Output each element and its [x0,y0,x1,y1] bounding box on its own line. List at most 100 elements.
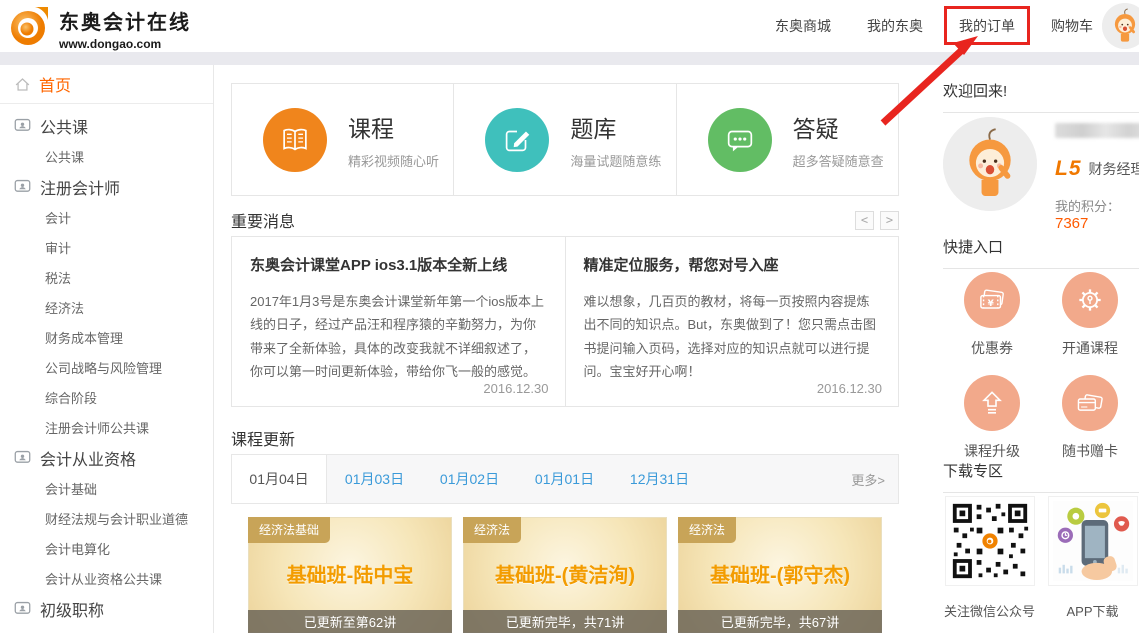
subnav-band [0,52,1139,65]
course-status: 已更新完毕，共67讲 [678,610,882,633]
quick-item-book-card[interactable]: 随书赠卡 [1041,375,1139,461]
sidebar-item-qualification-public[interactable]: 会计从业资格公共课 [0,563,213,593]
points-label: 我的积分： [1055,199,1120,214]
nav-mall[interactable]: 东奥商城 [775,16,831,36]
news-box: 东奥会计课堂APP ios3.1版本全新上线 2017年1月3号是东奥会计课堂新… [231,236,899,407]
quick-item-activate-course[interactable]: 开通课程 [1041,272,1139,358]
tab-dec-31[interactable]: 12月31日 [612,455,707,503]
logo-mark-icon [8,5,50,52]
quick-item-coupons[interactable]: ¥ 优惠券 [943,272,1041,358]
user-avatar[interactable] [1102,3,1139,49]
wechat-qr-label: 关注微信公众号 [944,601,1035,620]
quick-item-course-upgrade[interactable]: 课程升级 [943,375,1041,461]
course-cards: 经济法基础 基础班-陆中宝 已更新至第62讲 经济法 基础班-(黄洁洵) 已更新… [248,517,882,633]
course-status: 已更新至第62讲 [248,610,452,633]
logo-title: 东奥会计在线 [59,6,191,35]
sidebar-item-financial-cost-mgmt[interactable]: 财务成本管理 [0,322,213,352]
downloads-heading: 下载专区 [943,460,1139,493]
sidebar-item-strategy-risk[interactable]: 公司战略与风险管理 [0,352,213,382]
welcome-heading: 欢迎回来! [943,80,1139,113]
more-link[interactable]: 更多> [851,455,898,503]
news-body: 2017年1月3号是东奥会计课堂新年第一个ios版本上线的日子，经过产品汪和程序… [250,290,547,384]
quick-entry-heading: 快捷入口 [943,236,1139,269]
news-title[interactable]: 精准定位服务，帮您对号入座 [584,254,881,275]
mascot-avatar-icon [1102,3,1139,49]
sidebar-item-accounting-basics[interactable]: 会计基础 [0,473,213,503]
news-next-button[interactable]: > [880,211,899,230]
sidebar-item-regulations-ethics[interactable]: 财经法规与会计职业道德 [0,503,213,533]
course-title: 基础班-(黄洁洵) [463,559,667,588]
news-header: 重要消息 < > [231,208,899,232]
sidebar-item-economic-law[interactable]: 经济法 [0,292,213,322]
wechat-qr-item[interactable]: 关注微信公众号 [943,496,1036,620]
course-card[interactable]: 经济法 基础班-(黄洁洵) 已更新完毕，共71讲 [463,517,667,633]
app-download-item[interactable]: APP下载 [1046,496,1139,620]
course-tag: 经济法 [678,517,736,543]
tab-jan-02[interactable]: 01月02日 [422,455,517,503]
course-title: 基础班-陆中宝 [248,559,452,588]
course-category-icon [14,600,31,617]
course-category-icon [14,449,31,466]
news-date: 2016.12.30 [483,381,548,396]
nav-cart[interactable]: 购物车 [1051,16,1093,36]
gear-icon [1062,272,1118,328]
page: 东奥会计在线 www.dongao.com 东奥商城 我的东奥 我的订单 购物车 [0,0,1139,633]
sidebar-item-accounting[interactable]: 会计 [0,202,213,232]
sidebar-section-qualification[interactable]: 会计从业资格 [0,442,213,473]
course-card[interactable]: 经济法 基础班-(郭守杰) 已更新完毕，共67讲 [678,517,882,633]
news-body: 难以想象，几百页的教材，将每一页按照内容提炼出不同的知识点。But，东奥做到了！… [584,290,881,384]
sidebar-item-comprehensive[interactable]: 综合阶段 [0,382,213,412]
book-icon [263,108,327,172]
sidebar-item-auditing[interactable]: 审计 [0,232,213,262]
feature-cards: 课程 精彩视频随心听 题库 海量试题随意练 [231,83,899,196]
profile-panel: L5 财务经理 我的积分：7367 [943,117,1139,232]
nav-my-orders[interactable]: 我的订单 [959,16,1015,36]
tab-jan-04[interactable]: 01月04日 [232,455,327,503]
sidebar-item-public-course[interactable]: 公共课 [0,141,213,171]
course-updates-heading: 课程更新 [231,432,295,449]
site-logo[interactable]: 东奥会计在线 www.dongao.com [8,5,191,52]
qrcode-image [945,496,1035,586]
course-category-icon [14,178,31,195]
username-redacted [1055,123,1139,138]
points-value: 7367 [1055,215,1088,232]
sidebar-section-public-courses[interactable]: 公共课 [0,110,213,141]
app-download-label: APP下载 [1066,601,1118,620]
sidebar-section-cpa[interactable]: 注册会计师 [0,171,213,202]
course-card[interactable]: 经济法基础 基础班-陆中宝 已更新至第62讲 [248,517,452,633]
course-updates-header: 课程更新 [231,426,899,450]
upgrade-arrow-icon [964,375,1020,431]
feature-subtitle: 海量试题随意练 [570,151,661,170]
pencil-icon [485,108,549,172]
feature-question-bank[interactable]: 题库 海量试题随意练 [453,84,675,195]
feature-title: 课程 [348,110,439,144]
tab-jan-03[interactable]: 01月03日 [327,455,422,503]
feature-qa[interactable]: 答疑 超多答疑随意查 [676,84,898,195]
logo-url: www.dongao.com [59,37,191,51]
quick-entry-grid: ¥ 优惠券 开通课程 [943,272,1139,461]
sidebar-item-cpa-public[interactable]: 注册会计师公共课 [0,412,213,442]
news-item: 东奥会计课堂APP ios3.1版本全新上线 2017年1月3号是东奥会计课堂新… [232,237,565,406]
user-level-badge: L5 [1055,157,1082,181]
sidebar-item-computerized-accounting[interactable]: 会计电算化 [0,533,213,563]
sidebar-section-junior-title[interactable]: 初级职称 [0,593,213,624]
header: 东奥会计在线 www.dongao.com 东奥商城 我的东奥 我的订单 购物车 [0,0,1139,52]
nav-my-dongao[interactable]: 我的东奥 [867,16,923,36]
coupon-icon: ¥ [964,272,1020,328]
top-nav: 东奥商城 我的东奥 我的订单 购物车 [775,0,1093,52]
sidebar-item-home[interactable]: 首页 [0,65,213,104]
svg-text:¥: ¥ [988,299,995,309]
news-prev-button[interactable]: < [855,211,874,230]
home-icon [14,76,31,93]
feature-title: 答疑 [793,110,884,144]
chat-icon [708,108,772,172]
news-title[interactable]: 东奥会计课堂APP ios3.1版本全新上线 [250,254,547,275]
cards-icon [1062,375,1118,431]
course-title: 基础班-(郭守杰) [678,559,882,588]
profile-avatar [943,117,1037,211]
feature-courses[interactable]: 课程 精彩视频随心听 [232,84,453,195]
feature-subtitle: 超多答疑随意查 [793,151,884,170]
tab-jan-01[interactable]: 01月01日 [517,455,612,503]
sidebar-item-tax-law[interactable]: 税法 [0,262,213,292]
downloads-grid: 关注微信公众号 APP下载 [943,496,1139,620]
